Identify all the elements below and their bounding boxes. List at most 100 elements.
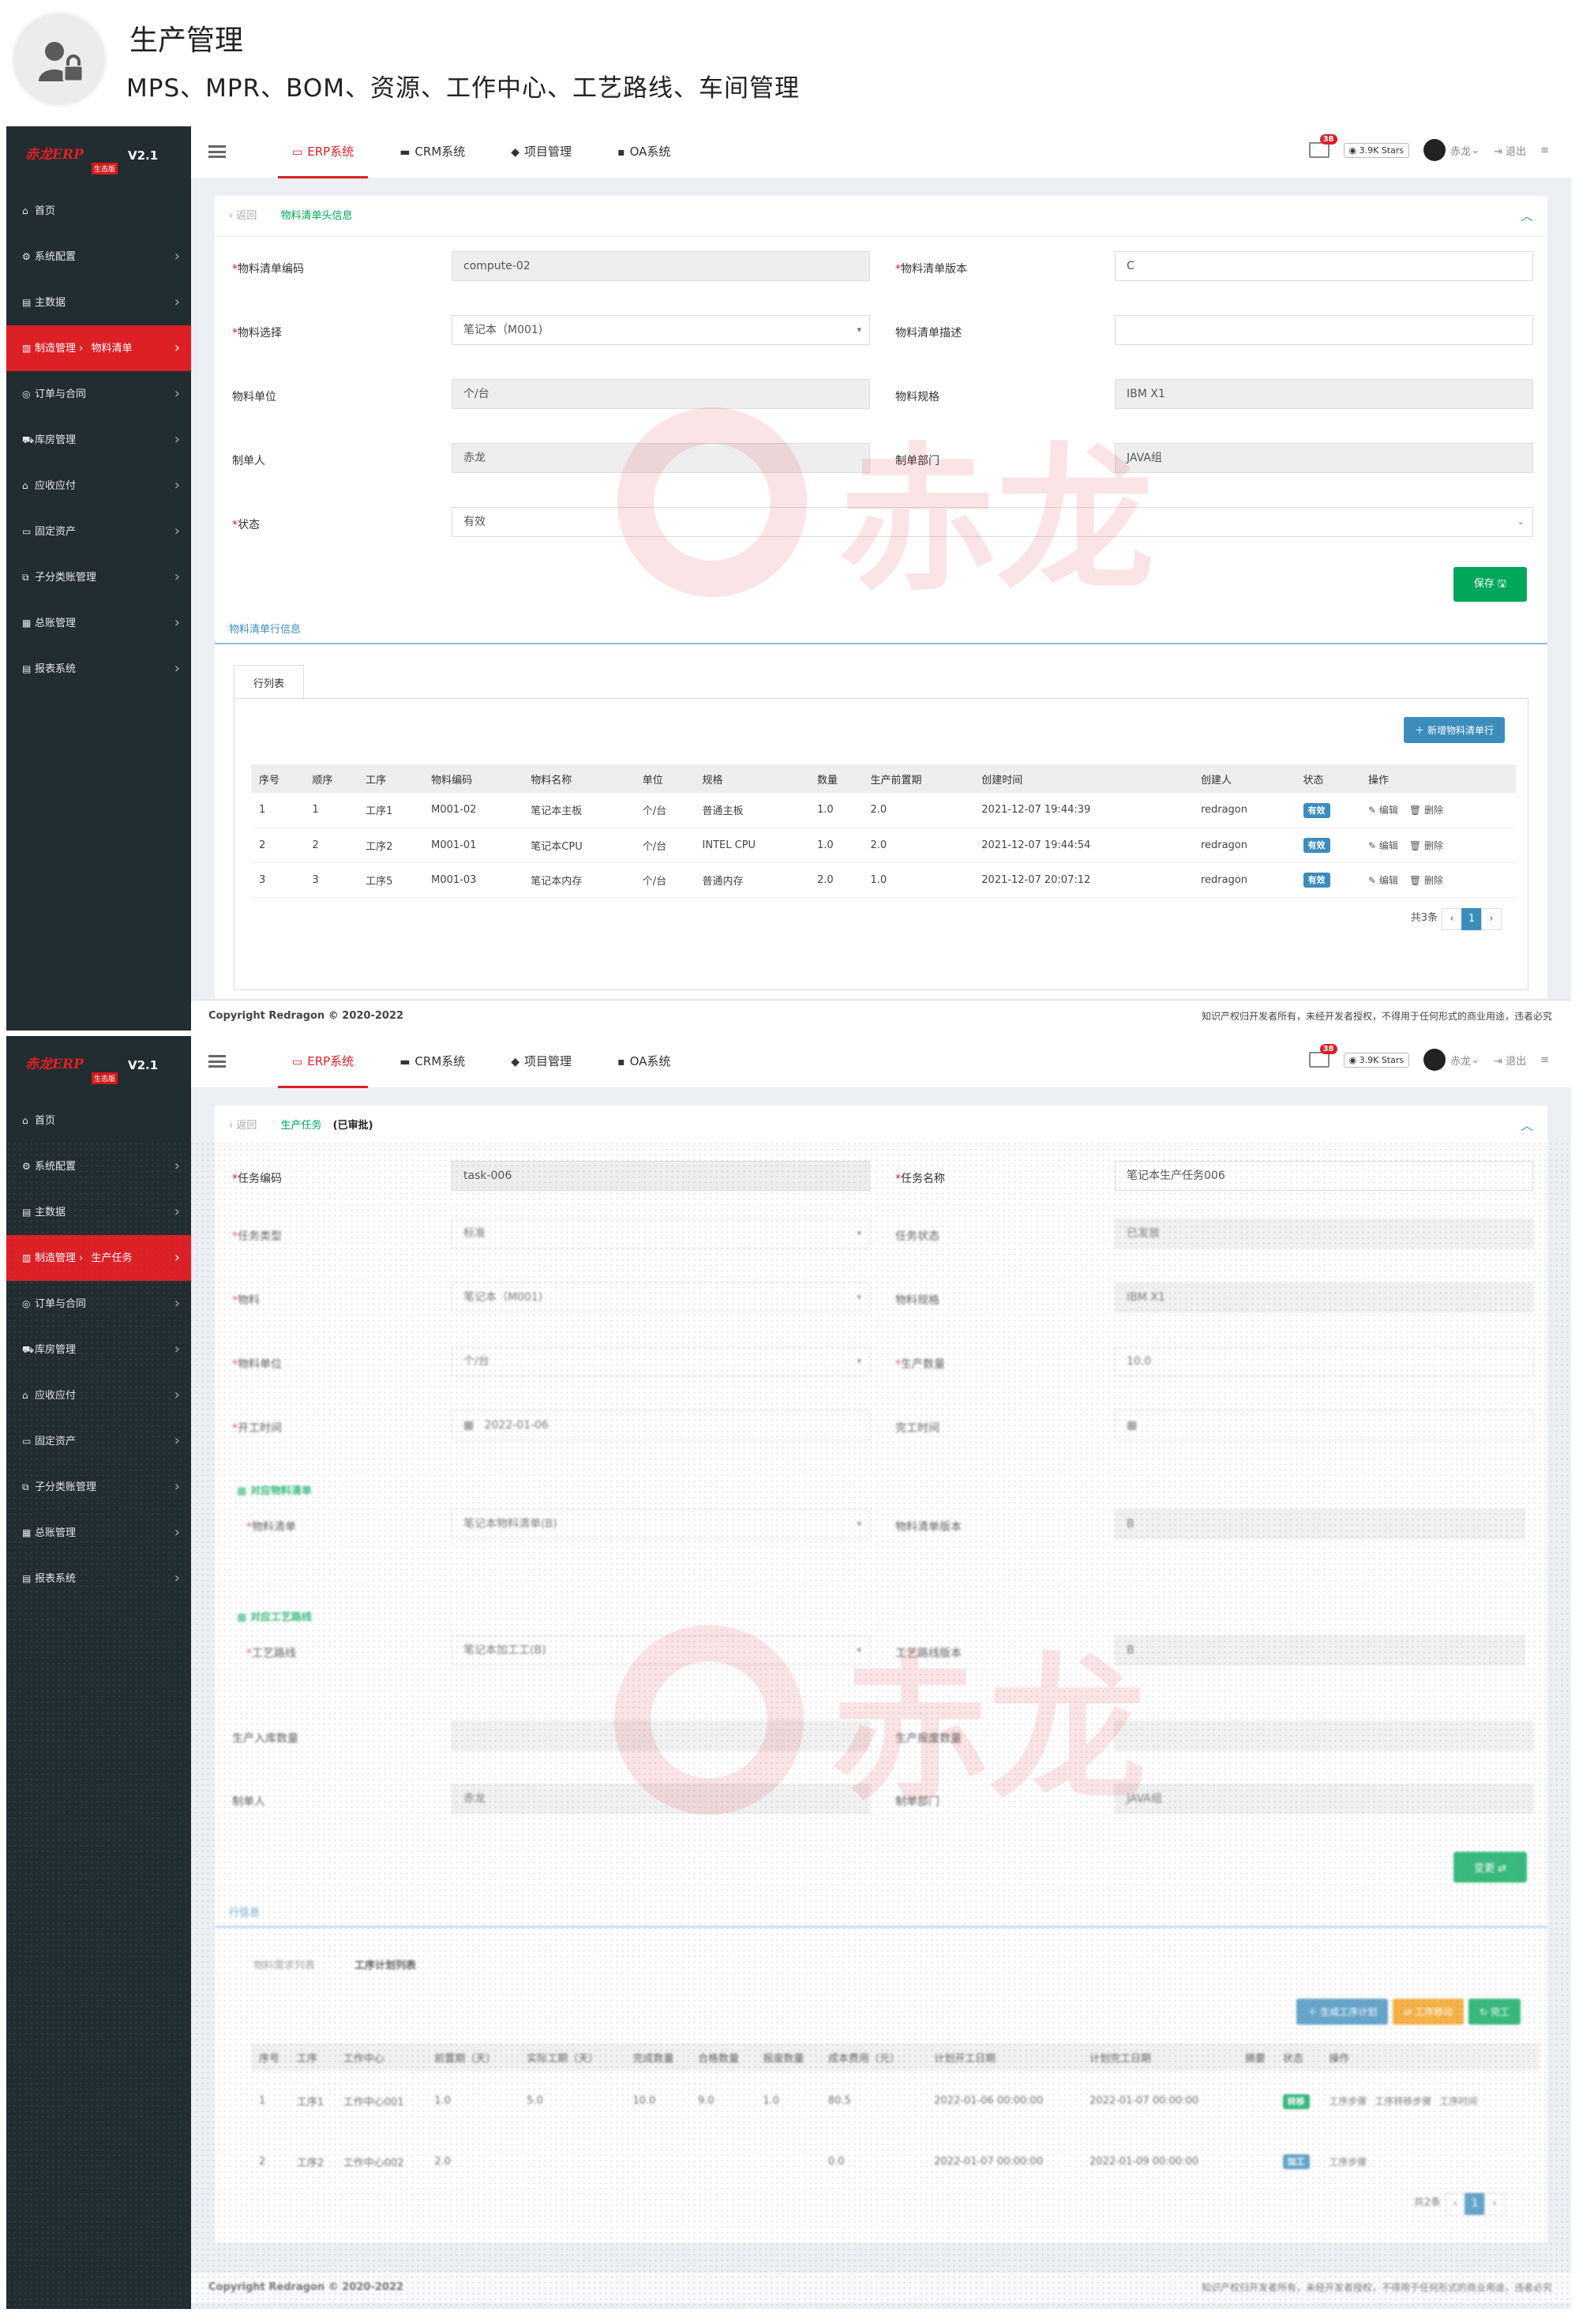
tab-1[interactable]: ▬ CRM系统 [385,1036,479,1088]
user-menu[interactable]: 赤龙 ⌄ [1423,1049,1480,1071]
sidebar-item-1[interactable]: ⚙ 系统配置 › [6,234,191,280]
brand-logo[interactable]: 赤龙ERP V2.1 生态版 [6,1036,191,1098]
sidebar-item-0[interactable]: ⌂ 首页 [6,1098,191,1143]
task-name-field[interactable]: 笔记本生产任务006 [1115,1161,1533,1191]
process-move-button[interactable]: ⇄ 工序移动 [1393,1999,1465,2025]
sidebar-item-4[interactable]: ◎ 订单与合同 › [6,1281,191,1327]
spec-field[interactable]: IBM X1 [1115,379,1533,409]
prev-page[interactable]: ‹ [1442,908,1462,930]
hamburger-icon[interactable] [208,1055,226,1068]
collapse-icon[interactable]: ︿ [1521,196,1533,237]
unit-field[interactable]: 个/台 [452,379,870,409]
tab-0[interactable]: ▭ ERP系统 [278,126,369,178]
dept-field[interactable]: JAVA组 [1115,1784,1533,1814]
collapse-icon[interactable]: ︿ [1521,1106,1533,1147]
next-page[interactable]: › [1481,908,1502,930]
complete-button[interactable]: ↻ 完工 [1468,1999,1521,2025]
row-action-link[interactable]: 工序时间 [1439,2094,1477,2108]
edit-button[interactable]: ✎ 编辑 [1368,805,1398,816]
prev-page[interactable]: ‹ [1445,2193,1465,2215]
more-icon[interactable]: ≡ [1540,1054,1549,1066]
status-select[interactable]: 有效 ⌄ [452,507,1533,537]
mail-icon[interactable]: 38 [1308,134,1337,158]
creator-field[interactable]: 赤龙 [452,1784,870,1814]
add-bom-line-button[interactable]: ＋ 新增物料清单行 [1404,717,1505,743]
route-version-field[interactable]: B [1115,1635,1525,1665]
row-action-link[interactable]: 工序步骤 [1329,2155,1367,2168]
material-select[interactable]: 笔记本（M001) ▾ [452,315,870,345]
sidebar-item-2[interactable]: ▤ 主数据 › [6,1189,191,1235]
sidebar-item-10[interactable]: ▤ 报表系统 › [6,646,191,692]
route-select[interactable]: 笔记本加工工(B) ▾ [452,1635,870,1665]
tab-row-list[interactable]: 行列表 [234,665,305,700]
user-menu[interactable]: 赤龙 ⌄ [1423,139,1480,161]
more-icon[interactable]: ≡ [1540,145,1549,156]
tab-3[interactable]: ▪ OA系统 [603,126,684,178]
sidebar-item-4[interactable]: ◎ 订单与合同 › [6,371,191,417]
sidebar-item-0[interactable]: ⌂ 首页 [6,188,191,234]
sidebar-item-10[interactable]: ▤ 报表系统 › [6,1556,191,1601]
bom-desc-field[interactable] [1115,315,1533,345]
github-stars[interactable]: ◉ 3.9K Stars [1343,142,1410,158]
stock-in-field[interactable] [452,1721,870,1751]
row-action-link[interactable]: 工序转移步骤 [1375,2094,1431,2108]
logout-link[interactable]: ⇥ 退出 [1494,1053,1526,1068]
bom-code-field[interactable]: compute-02 [452,251,870,281]
logout-link[interactable]: ⇥ 退出 [1494,143,1526,158]
start-date-field[interactable]: ▦ 2022-01-06 [452,1410,870,1440]
tab-2[interactable]: ◆ 项目管理 [497,126,586,178]
task-code-field[interactable]: task-006 [452,1161,870,1191]
task-type-select[interactable]: 标准 ▾ [452,1218,870,1248]
back-link[interactable]: ‹ 返回 [229,1120,257,1132]
hamburger-icon[interactable] [208,145,226,158]
bom-version-field[interactable]: B [1115,1509,1525,1539]
sidebar-item-6[interactable]: ⌂ 应收应付 › [6,463,191,509]
edit-button[interactable]: ✎ 编辑 [1368,875,1398,886]
sidebar-item-7[interactable]: ▭ 固定资产 › [6,1418,191,1464]
tab-material-demand[interactable]: 物料需求列表 [234,1947,336,1981]
material-select[interactable]: 笔记本（M001) ▾ [452,1282,870,1312]
unit-select[interactable]: 个/台 ▾ [452,1346,870,1376]
tab-2[interactable]: ◆ 项目管理 [497,1036,586,1088]
sidebar-item-9[interactable]: ▦ 总账管理 › [6,600,191,646]
tab-3[interactable]: ▪ OA系统 [603,1036,684,1088]
sidebar-item-3[interactable]: ▥ 制造管理 › 生产任务 › [6,1235,191,1281]
delete-button[interactable]: 🗑 删除 [1409,875,1443,886]
dept-field[interactable]: JAVA组 [1115,443,1533,473]
end-date-field[interactable]: ▦ [1115,1410,1533,1440]
tab-process-plan[interactable]: 工序计划列表 [335,1947,437,1981]
tab-0[interactable]: ▭ ERP系统 [278,1036,369,1088]
mail-icon[interactable]: 38 [1308,1044,1337,1068]
sidebar-item-7[interactable]: ▭ 固定资产 › [6,509,191,554]
spec-field[interactable]: IBM X1 [1115,1282,1533,1312]
page-number[interactable]: 1 [1465,2193,1485,2215]
delete-button[interactable]: 🗑 删除 [1409,840,1443,851]
quantity-field[interactable]: 10.0 [1115,1346,1533,1376]
page-number[interactable]: 1 [1461,908,1482,930]
sidebar-item-1[interactable]: ⚙ 系统配置 › [6,1143,191,1189]
bom-select[interactable]: 笔记本物料清单(B) ▾ [452,1509,870,1539]
task-state-field[interactable]: 已发放 [1115,1218,1533,1248]
next-page[interactable]: › [1484,2193,1505,2215]
github-stars[interactable]: ◉ 3.9K Stars [1343,1052,1410,1068]
delete-button[interactable]: 🗑 删除 [1409,805,1443,816]
tab-1[interactable]: ▬ CRM系统 [385,126,479,178]
change-button[interactable]: 变更 ⇄ [1453,1852,1527,1883]
sidebar-item-8[interactable]: ⧉ 子分类账管理 › [6,1464,191,1510]
row-action-link[interactable]: 工序步骤 [1329,2094,1367,2108]
save-button[interactable]: 保存 🖫 [1453,567,1527,602]
back-link[interactable]: ‹ 返回 [229,210,257,222]
creator-field[interactable]: 赤龙 [452,443,870,473]
sidebar-item-8[interactable]: ⧉ 子分类账管理 › [6,554,191,600]
sidebar-item-5[interactable]: ⛟库房管理 › [6,417,191,463]
bom-version-field[interactable]: C [1115,251,1533,281]
sidebar-item-5[interactable]: ⛟库房管理 › [6,1327,191,1372]
generate-plan-button[interactable]: ＋ 生成工序计划 [1296,1999,1389,2025]
sidebar-item-6[interactable]: ⌂ 应收应付 › [6,1372,191,1418]
edit-button[interactable]: ✎ 编辑 [1368,840,1398,851]
brand-logo[interactable]: 赤龙ERP V2.1 生态版 [6,126,191,188]
scrap-field[interactable] [1115,1721,1533,1751]
sidebar-item-2[interactable]: ▤ 主数据 › [6,280,191,325]
sidebar-item-9[interactable]: ▦ 总账管理 › [6,1510,191,1556]
sidebar-item-3[interactable]: ▥ 制造管理 › 物料清单 › [6,325,191,371]
